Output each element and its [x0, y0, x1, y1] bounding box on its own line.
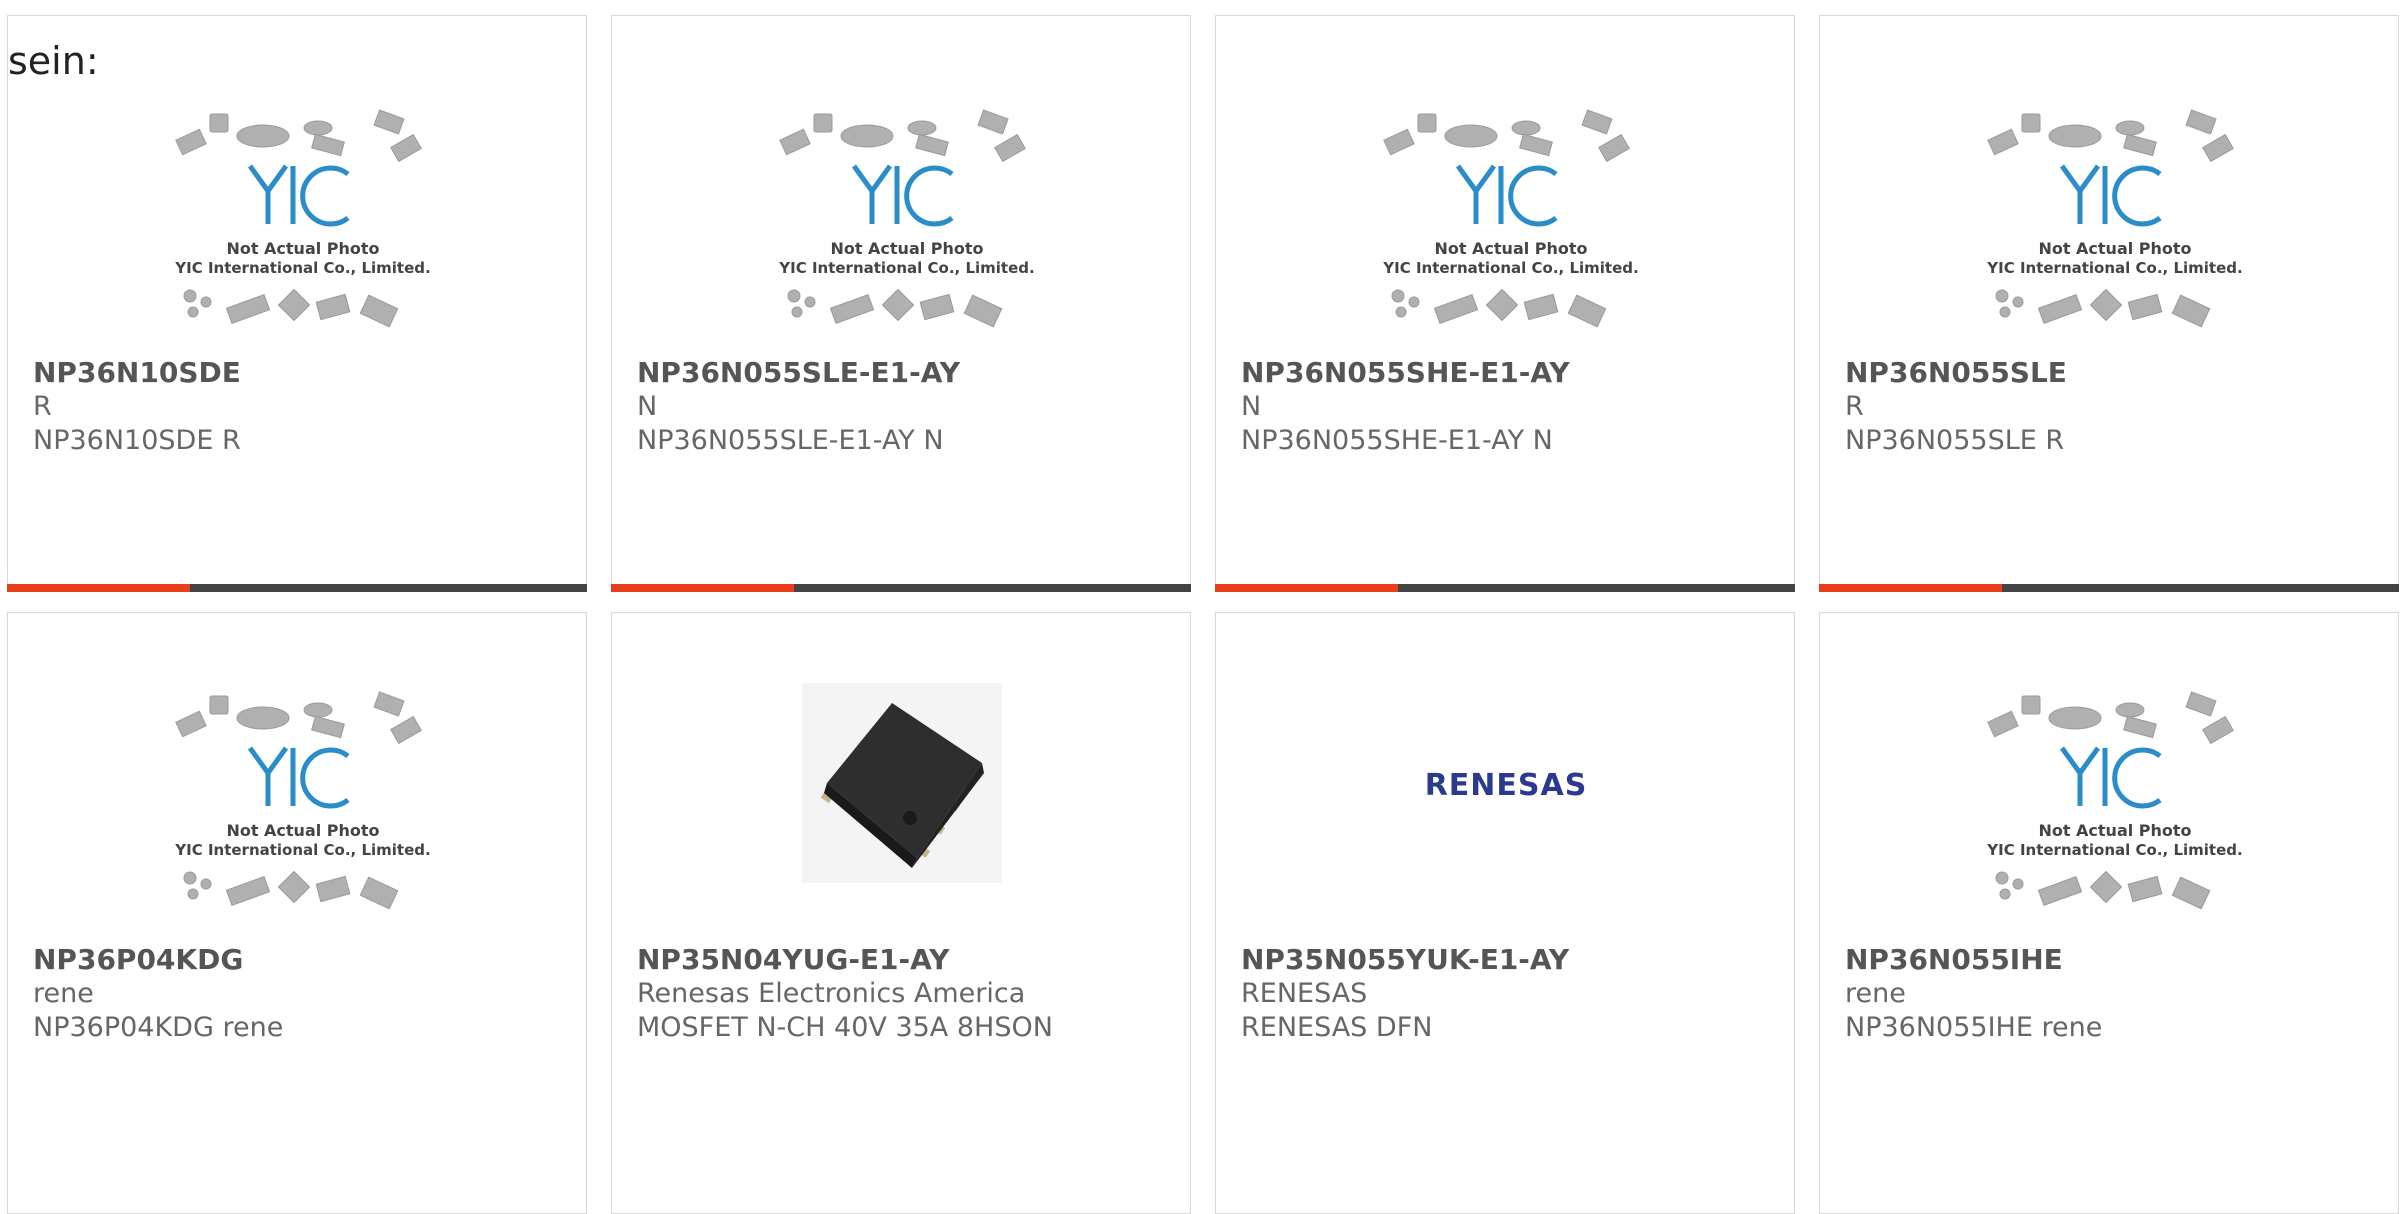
not-actual-photo-image: Not Actual Photo YIC International Co., … [1382, 109, 1639, 328]
part-number[interactable]: NP35N055YUK-E1-AY [1241, 943, 1779, 977]
description: NP36P04KDG rene [33, 1012, 284, 1043]
product-card[interactable]: Not Actual Photo YIC International Co., … [611, 15, 1191, 592]
product-caption: NP36N055IHE rene NP36N055IHE rene [1845, 943, 2383, 1045]
placeholder-line1: Not Actual Photo [226, 239, 379, 258]
description: MOSFET N-CH 40V 35A 8HSON [637, 1012, 1053, 1043]
product-caption: NP36N055SLE R NP36N055SLE R [1845, 356, 2383, 458]
card-footer-bar [7, 584, 587, 592]
manufacturer: N [1241, 391, 1262, 422]
part-number[interactable]: NP36P04KDG [33, 943, 571, 977]
part-number[interactable]: NP35N04YUG-E1-AY [637, 943, 1175, 977]
placeholder-line1: Not Actual Photo [830, 239, 983, 258]
part-number[interactable]: NP36N055IHE [1845, 943, 2383, 977]
product-caption: NP36N055SHE-E1-AY N NP36N055SHE-E1-AY N [1241, 356, 1779, 458]
renesas-logo-text: RENESAS [1425, 768, 1588, 803]
description: NP36N055SLE R [1845, 425, 2065, 456]
description: NP36N10SDE R [33, 425, 241, 456]
product-caption: NP35N04YUG-E1-AY Renesas Electronics Ame… [637, 943, 1175, 1045]
product-card[interactable]: NP35N04YUG-E1-AY Renesas Electronics Ame… [611, 612, 1191, 1214]
placeholder-line2: YIC International Co., Limited. [174, 259, 430, 277]
placeholder-line2: YIC International Co., Limited. [778, 259, 1034, 277]
product-card[interactable]: Not Actual Photo YIC International Co., … [7, 612, 587, 1214]
manufacturer: RENESAS [1241, 978, 1368, 1009]
card-accent-bar [1819, 584, 2002, 592]
product-card[interactable]: Not Actual Photo YIC International Co., … [1819, 612, 2399, 1214]
description: RENESAS DFN [1241, 1012, 1433, 1043]
product-caption: NP35N055YUK-E1-AY RENESAS RENESAS DFN [1241, 943, 1779, 1045]
product-caption: NP36N10SDE R NP36N10SDE R [33, 356, 571, 458]
not-actual-photo-image: Not Actual Photo YIC International Co., … [1986, 691, 2243, 910]
product-grid: Not Actual Photo YIC International Co., … [7, 15, 2400, 1214]
intro-text: sein: [8, 39, 99, 83]
not-actual-photo-image: Not Actual Photo YIC International Co., … [778, 109, 1035, 328]
part-number[interactable]: NP36N055SHE-E1-AY [1241, 356, 1779, 390]
placeholder-line1: Not Actual Photo [2038, 821, 2191, 840]
placeholder-line2: YIC International Co., Limited. [1986, 841, 2242, 859]
renesas-logo: RENESAS [1425, 768, 1588, 803]
card-accent-bar [7, 584, 190, 592]
product-caption: NP36P04KDG rene NP36P04KDG rene [33, 943, 571, 1045]
manufacturer: N [637, 391, 658, 422]
placeholder-line2: YIC International Co., Limited. [1382, 259, 1638, 277]
product-card[interactable]: Not Actual Photo YIC International Co., … [1215, 15, 1795, 592]
description: NP36N055SHE-E1-AY N [1241, 425, 1553, 456]
placeholder-line2: YIC International Co., Limited. [1986, 259, 2242, 277]
product-card[interactable]: Not Actual Photo YIC International Co., … [7, 15, 587, 592]
description: NP36N055IHE rene [1845, 1012, 2103, 1043]
not-actual-photo-image: Not Actual Photo YIC International Co., … [174, 691, 431, 910]
card-footer-bar [1215, 584, 1795, 592]
mosfet-chip-photo [802, 683, 1002, 883]
manufacturer: Renesas Electronics America [637, 978, 1026, 1009]
part-number[interactable]: NP36N055SLE-E1-AY [637, 356, 1175, 390]
product-card[interactable]: Not Actual Photo YIC International Co., … [1819, 15, 2399, 592]
part-number[interactable]: NP36N10SDE [33, 356, 571, 390]
not-actual-photo-image: Not Actual Photo YIC International Co., … [174, 109, 431, 328]
card-accent-bar [611, 584, 794, 592]
not-actual-photo-image: Not Actual Photo YIC International Co., … [1986, 109, 2243, 328]
manufacturer: rene [33, 978, 94, 1009]
part-number[interactable]: NP36N055SLE [1845, 356, 2383, 390]
product-caption: NP36N055SLE-E1-AY N NP36N055SLE-E1-AY N [637, 356, 1175, 458]
product-card[interactable]: RENESAS NP35N055YUK-E1-AY RENESAS RENESA… [1215, 612, 1795, 1214]
card-accent-bar [1215, 584, 1398, 592]
manufacturer: R [1845, 391, 1864, 422]
manufacturer: rene [1845, 978, 1906, 1009]
placeholder-line1: Not Actual Photo [2038, 239, 2191, 258]
card-footer-bar [1819, 584, 2399, 592]
manufacturer: R [33, 391, 52, 422]
placeholder-line1: Not Actual Photo [1434, 239, 1587, 258]
description: NP36N055SLE-E1-AY N [637, 425, 944, 456]
card-footer-bar [611, 584, 1191, 592]
placeholder-line2: YIC International Co., Limited. [174, 841, 430, 859]
placeholder-line1: Not Actual Photo [226, 821, 379, 840]
